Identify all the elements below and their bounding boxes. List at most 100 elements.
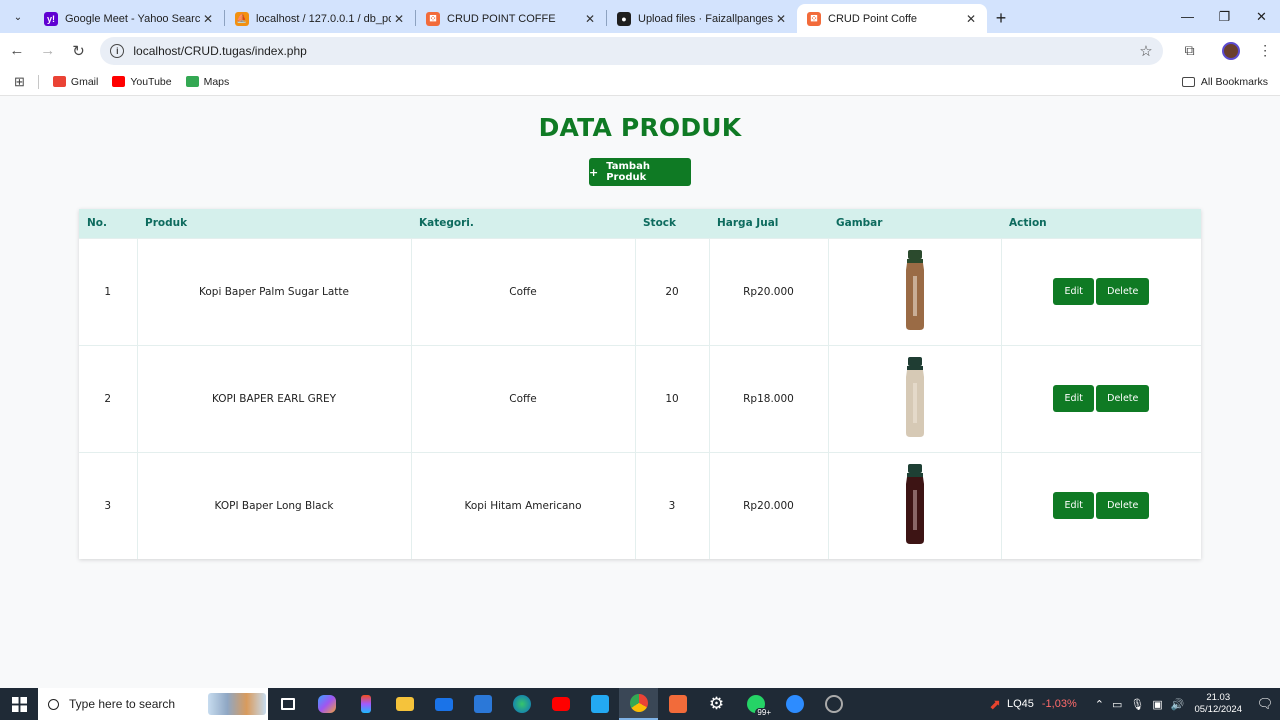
browser-tab[interactable]: y! Google Meet - Yahoo Search Re✕ xyxy=(34,4,224,33)
vscode-icon[interactable] xyxy=(580,688,619,720)
clock[interactable]: 21.03 05/12/2024 xyxy=(1194,692,1242,716)
tab-close-icon[interactable]: ✕ xyxy=(582,12,598,26)
column-header: Stock xyxy=(643,217,677,230)
reload-icon[interactable]: ↻ xyxy=(65,37,93,65)
new-tab-button[interactable]: + xyxy=(987,4,1015,32)
edit-button[interactable]: Edit xyxy=(1053,492,1095,520)
clock-date: 05/12/2024 xyxy=(1194,704,1242,715)
delete-button[interactable]: Delete xyxy=(1096,278,1150,305)
page-content: DATA PRODUK + Tambah Produk No. Produk Kat… xyxy=(0,97,1280,688)
delete-button[interactable]: Delete xyxy=(1096,385,1150,412)
table-row: 2 KOPI BAPER EARL GREY Coffe 10 Rp18.000 Edit… xyxy=(79,344,1201,452)
column-header: Action xyxy=(1009,217,1047,230)
browser-tab[interactable]: ⊠ CRUD Point Coffe ✕ xyxy=(797,4,987,33)
volume-icon[interactable]: 🔊 xyxy=(1171,698,1185,711)
github-desktop-icon[interactable] xyxy=(814,688,853,720)
cell-price: Rp18.000 xyxy=(709,344,829,452)
display-icon[interactable]: ▣ xyxy=(1152,698,1162,711)
product-table-container: No. Produk Kategori. Stock Harga Jual Gambar A… xyxy=(79,209,1201,559)
restore-icon[interactable]: ❐ xyxy=(1206,0,1243,33)
taskbar-search-box[interactable]: Type here to search xyxy=(38,688,268,720)
product-table: No. Produk Kategori. Stock Harga Jual Gambar A… xyxy=(79,209,1201,559)
tab-close-icon[interactable]: ✕ xyxy=(200,12,216,26)
chevron-up-icon[interactable]: ⌃ xyxy=(1095,698,1104,711)
microphone-icon[interactable]: 🎙 xyxy=(1130,698,1144,711)
network-icon[interactable]: ▭ xyxy=(1112,698,1122,711)
figma-icon[interactable] xyxy=(346,688,385,720)
copilot-icon[interactable] xyxy=(307,688,346,720)
tab-favicon-icon: y! xyxy=(44,11,58,26)
minimize-icon[interactable]: — xyxy=(1169,0,1206,33)
store-icon[interactable] xyxy=(463,688,502,720)
product-image xyxy=(904,357,926,440)
search-placeholder: Type here to search xyxy=(69,697,176,711)
bookmark-maps[interactable]: Maps xyxy=(185,75,230,88)
edit-button[interactable]: Edit xyxy=(1053,385,1095,412)
forward-icon[interactable]: → xyxy=(34,37,62,65)
table-body: 1 Kopi Baper Palm Sugar Latte Coffe 20 Rp20.… xyxy=(79,237,1201,559)
all-bookmarks-label: All Bookmarks xyxy=(1200,75,1268,88)
url-text[interactable]: localhost/CRUD.tugas/index.php xyxy=(133,44,1139,58)
chrome-icon[interactable] xyxy=(619,688,658,720)
settings-gear-icon[interactable]: ⚙ xyxy=(697,688,736,720)
site-info-icon[interactable]: i xyxy=(110,43,125,58)
add-product-button[interactable]: + Tambah Produk xyxy=(589,158,691,186)
cell-no: 1 xyxy=(79,237,138,345)
maps-icon xyxy=(185,76,199,87)
profile-avatar[interactable] xyxy=(1216,36,1246,66)
edge-icon[interactable] xyxy=(502,688,541,720)
close-window-icon[interactable]: ✕ xyxy=(1243,0,1280,33)
tab-close-icon[interactable]: ✕ xyxy=(963,12,979,26)
tab-close-icon[interactable]: ✕ xyxy=(391,12,407,26)
tab-search-button[interactable]: ⌄ xyxy=(4,3,32,31)
bookmark-star-icon[interactable]: ☆ xyxy=(1139,42,1152,60)
file-explorer-icon[interactable] xyxy=(385,688,424,720)
column-header: Gambar xyxy=(836,217,883,230)
cell-no: 3 xyxy=(79,451,138,559)
task-view-icon[interactable] xyxy=(268,688,307,720)
product-image xyxy=(904,250,926,333)
browser-tab[interactable]: ⊠ CRUD POINT COFFE ✕ xyxy=(416,4,606,33)
cell-stock: 20 xyxy=(635,237,710,345)
tab-favicon-icon: ⊠ xyxy=(426,11,440,26)
clock-time: 21.03 xyxy=(1206,692,1231,703)
folder-icon xyxy=(1181,76,1195,87)
column-header: Produk xyxy=(145,217,188,230)
all-bookmarks[interactable]: All Bookmarks xyxy=(1181,75,1268,88)
address-bar[interactable]: i localhost/CRUD.tugas/index.php ☆ xyxy=(100,36,1163,65)
tab-close-icon[interactable]: ✕ xyxy=(773,12,789,26)
table-row: 1 Kopi Baper Palm Sugar Latte Coffe 20 Rp20.… xyxy=(79,237,1201,345)
bookmark-list: Gmail YouTube Maps xyxy=(39,76,229,88)
menu-icon[interactable]: ⋮ xyxy=(1250,36,1280,66)
browser-toolbar: ← → ↻ i localhost/CRUD.tugas/index.php ☆… xyxy=(0,33,1280,68)
apps-grid-icon[interactable]: ⊞ xyxy=(14,74,25,90)
cell-image xyxy=(828,451,1002,559)
bookmark-youtube[interactable]: YouTube xyxy=(112,76,172,88)
bookmark-label: Maps xyxy=(203,75,230,88)
windows-taskbar: Type here to search ⚙ 99+ ⬈ LQ45 -1,03% … xyxy=(0,688,1280,720)
stock-ticker[interactable]: LQ45 xyxy=(1007,698,1034,710)
cell-price: Rp20.000 xyxy=(709,237,829,345)
cell-category: Kopi Hitam Americano xyxy=(411,451,636,559)
whatsapp-icon[interactable]: 99+ xyxy=(736,688,775,720)
plus-icon: + xyxy=(589,165,599,179)
notification-icon[interactable]: 🗨 xyxy=(1250,688,1280,720)
tab-favicon-icon: ⛵ xyxy=(235,11,249,26)
browser-tab[interactable]: ⛵ localhost / 127.0.0.1 / db_point ✕ xyxy=(225,4,415,33)
back-icon[interactable]: ← xyxy=(3,37,31,65)
youtube-icon[interactable] xyxy=(541,688,580,720)
zoom-icon[interactable] xyxy=(775,688,814,720)
delete-button[interactable]: Delete xyxy=(1096,492,1150,520)
edit-button[interactable]: Edit xyxy=(1053,278,1095,305)
cell-stock: 3 xyxy=(635,451,710,559)
xampp-icon[interactable] xyxy=(658,688,697,720)
extensions-icon[interactable]: ⧉ xyxy=(1175,36,1205,66)
windows-start-button[interactable] xyxy=(0,688,38,720)
cell-product: KOPI Baper Long Black xyxy=(137,451,412,559)
browser-tab[interactable]: ● Upload files · Faizallpangestu/t✕ xyxy=(607,4,797,33)
mail-icon[interactable] xyxy=(424,688,463,720)
cell-action: Edit Delete xyxy=(1001,451,1201,559)
cell-category: Coffe xyxy=(411,344,636,452)
bookmark-gmail[interactable]: Gmail xyxy=(52,76,98,88)
windows-logo-icon xyxy=(11,696,27,712)
